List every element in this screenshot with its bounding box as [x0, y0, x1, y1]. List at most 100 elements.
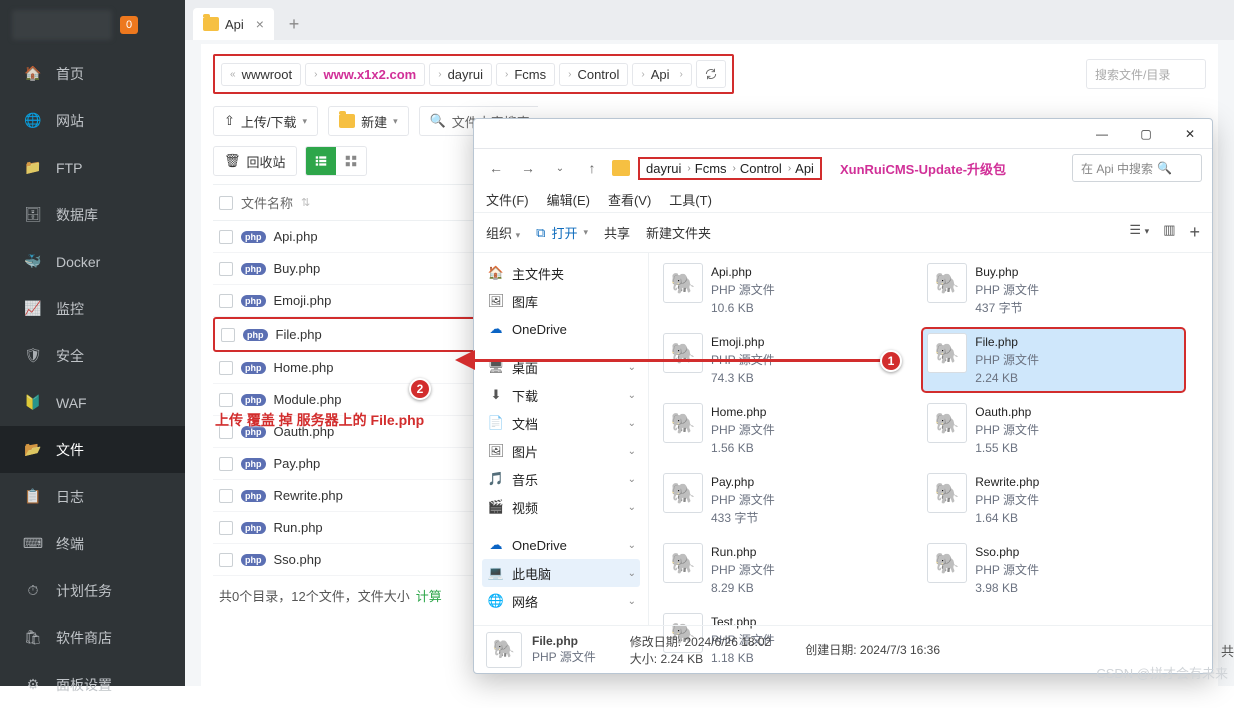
crumb-root[interactable]: «wwwroot — [221, 63, 301, 86]
upload-download-button[interactable]: ⇧上传/下载▾ — [213, 106, 318, 136]
explorer-file-item[interactable]: 🐘Pay.phpPHP 源文件433 字节 — [659, 469, 920, 531]
row-checkbox[interactable] — [221, 328, 235, 342]
crumb-part[interactable]: ›Control — [559, 63, 628, 86]
row-checkbox[interactable] — [219, 230, 233, 244]
navpane-item[interactable]: 💻此电脑⌄ — [482, 559, 640, 587]
search-input[interactable]: 搜索文件/目录 — [1086, 59, 1206, 89]
navpane-item[interactable]: 🌐网络⌄ — [482, 587, 640, 615]
navpane-item[interactable]: ⬇下载⌄ — [482, 381, 640, 409]
navpane-item[interactable]: 🏠主文件夹 — [482, 259, 640, 287]
recycle-button[interactable]: 🗑回收站 — [213, 146, 297, 176]
organize-button[interactable]: 组织 ▾ — [486, 223, 520, 242]
addr-crumb[interactable]: Api — [795, 161, 814, 176]
menu-file[interactable]: 文件(F) — [486, 190, 529, 209]
crumb-part[interactable]: ›Fcms — [496, 63, 555, 86]
navpane-item[interactable]: 🖼图库 — [482, 287, 640, 315]
row-checkbox[interactable] — [219, 425, 233, 439]
new-folder-button[interactable]: 新建文件夹 — [646, 223, 711, 242]
navpane-item[interactable]: 📄文档⌄ — [482, 409, 640, 437]
crumb-part[interactable]: ›Api› — [632, 63, 691, 86]
navpane-item[interactable]: 🖼图片⌄ — [482, 437, 640, 465]
sidebar-item[interactable]: ⏱计划任务 — [0, 567, 185, 614]
addr-crumb[interactable]: Control› — [740, 161, 791, 176]
navpane-item[interactable]: ☁OneDrive — [482, 315, 640, 343]
navpane-item[interactable]: 🎵音乐⌄ — [482, 465, 640, 493]
address-highlight: dayrui› Fcms› Control› Api — [638, 157, 822, 180]
explorer-file-item[interactable]: 🐘Oauth.phpPHP 源文件1.55 KB — [923, 399, 1184, 461]
col-name[interactable]: 文件名称 — [241, 193, 293, 212]
row-checkbox[interactable] — [219, 262, 233, 276]
close-icon[interactable]: × — [256, 16, 264, 32]
row-checkbox[interactable] — [219, 361, 233, 375]
menu-view[interactable]: 查看(V) — [608, 190, 651, 209]
navpane-item[interactable]: 🖥桌面⌄ — [482, 353, 640, 381]
sidebar-item[interactable]: 🐳Docker — [0, 238, 185, 285]
view-list-icon[interactable] — [306, 147, 336, 175]
nav-recent[interactable]: ⌄ — [548, 156, 572, 180]
row-checkbox[interactable] — [219, 489, 233, 503]
row-checkbox[interactable] — [219, 521, 233, 535]
sidebar-item[interactable]: 📋日志 — [0, 473, 185, 520]
row-checkbox[interactable] — [219, 294, 233, 308]
nav-back[interactable]: ← — [484, 156, 508, 180]
window-titlebar[interactable]: — ▢ ✕ — [474, 119, 1212, 149]
explorer-nav-pane[interactable]: 🏠主文件夹🖼图库☁OneDrive 🖥桌面⌄⬇下载⌄📄文档⌄🖼图片⌄🎵音乐⌄🎬视频… — [474, 253, 649, 625]
sidebar-label: 文件 — [56, 440, 84, 460]
explorer-file-item[interactable]: 🐘Home.phpPHP 源文件1.56 KB — [659, 399, 920, 461]
open-button[interactable]: ⧉打开▾ — [536, 223, 588, 242]
row-checkbox[interactable] — [219, 457, 233, 471]
maximize-button[interactable]: ▢ — [1124, 119, 1168, 149]
addr-crumb[interactable]: dayrui› — [646, 161, 691, 176]
explorer-menubar[interactable]: 文件(F) 编辑(E) 查看(V) 工具(T) — [474, 187, 1212, 213]
row-checkbox[interactable] — [219, 393, 233, 407]
explorer-file-item[interactable]: 🐘Run.phpPHP 源文件8.29 KB — [659, 539, 920, 601]
preview-pane-icon[interactable]: ▥ — [1163, 222, 1175, 243]
sidebar-item[interactable]: 🗄数据库 — [0, 191, 185, 238]
sort-icon[interactable]: ⇅ — [301, 196, 310, 209]
notification-badge[interactable]: 0 — [120, 16, 138, 34]
minimize-button[interactable]: — — [1080, 119, 1124, 149]
sidebar-item[interactable]: ⚙面板设置 — [0, 661, 185, 708]
close-button[interactable]: ✕ — [1168, 119, 1212, 149]
view-grid-icon[interactable] — [336, 147, 366, 175]
calc-button[interactable]: 计算 — [416, 589, 442, 604]
sidebar-item[interactable]: 🛍软件商店 — [0, 614, 185, 661]
nav-forward[interactable]: → — [516, 156, 540, 180]
explorer-file-item[interactable]: 🐘File.phpPHP 源文件2.24 KB — [923, 329, 1184, 391]
navpane-label: 网络 — [512, 592, 538, 611]
crumb-part[interactable]: ›dayrui — [429, 63, 492, 86]
php-file-icon: 🐘 — [927, 403, 967, 443]
share-button[interactable]: 共享 — [604, 223, 630, 242]
sidebar-item[interactable]: 📁FTP — [0, 144, 185, 191]
crumb-domain[interactable]: ›www.x1x2.com — [305, 63, 425, 86]
chevron-icon: ⌄ — [628, 502, 636, 513]
explorer-file-item[interactable]: 🐘Rewrite.phpPHP 源文件1.64 KB — [923, 469, 1184, 531]
view-options-icon[interactable]: ☰ ▾ — [1129, 222, 1149, 243]
addr-crumb[interactable]: Fcms› — [695, 161, 736, 176]
view-toggle[interactable] — [305, 146, 367, 176]
sidebar-item[interactable]: 📈监控 — [0, 285, 185, 332]
navpane-item[interactable]: ☁OneDrive⌄ — [482, 531, 640, 559]
menu-tools[interactable]: 工具(T) — [669, 190, 712, 209]
sidebar-item[interactable]: 📂文件 — [0, 426, 185, 473]
sidebar-item[interactable]: ⌨终端 — [0, 520, 185, 567]
tab-add-button[interactable]: + — [278, 8, 310, 40]
sidebar-item[interactable]: 🌐网站 — [0, 97, 185, 144]
add-icon[interactable]: + — [1189, 222, 1200, 243]
navpane-item[interactable]: 🎬视频⌄ — [482, 493, 640, 521]
explorer-search-input[interactable]: 在 Api 中搜索🔍 — [1072, 154, 1202, 182]
explorer-file-item[interactable]: 🐘Api.phpPHP 源文件10.6 KB — [659, 259, 920, 321]
sidebar-item[interactable]: 🔰WAF — [0, 379, 185, 426]
new-button[interactable]: 新建▾ — [328, 106, 409, 136]
sidebar-item[interactable]: 🏠首页 — [0, 50, 185, 97]
tab-folder[interactable]: Api × — [193, 8, 274, 40]
nav-up[interactable]: ↑ — [580, 156, 604, 180]
row-checkbox[interactable] — [219, 553, 233, 567]
select-all-checkbox[interactable] — [219, 196, 233, 210]
explorer-file-grid[interactable]: 🐘Api.phpPHP 源文件10.6 KB🐘Emoji.phpPHP 源文件7… — [649, 253, 1212, 625]
sidebar-item[interactable]: 🛡安全 — [0, 332, 185, 379]
refresh-button[interactable] — [696, 60, 726, 88]
explorer-file-item[interactable]: 🐘Buy.phpPHP 源文件437 字节 — [923, 259, 1184, 321]
explorer-file-item[interactable]: 🐘Sso.phpPHP 源文件3.98 KB — [923, 539, 1184, 601]
menu-edit[interactable]: 编辑(E) — [547, 190, 590, 209]
